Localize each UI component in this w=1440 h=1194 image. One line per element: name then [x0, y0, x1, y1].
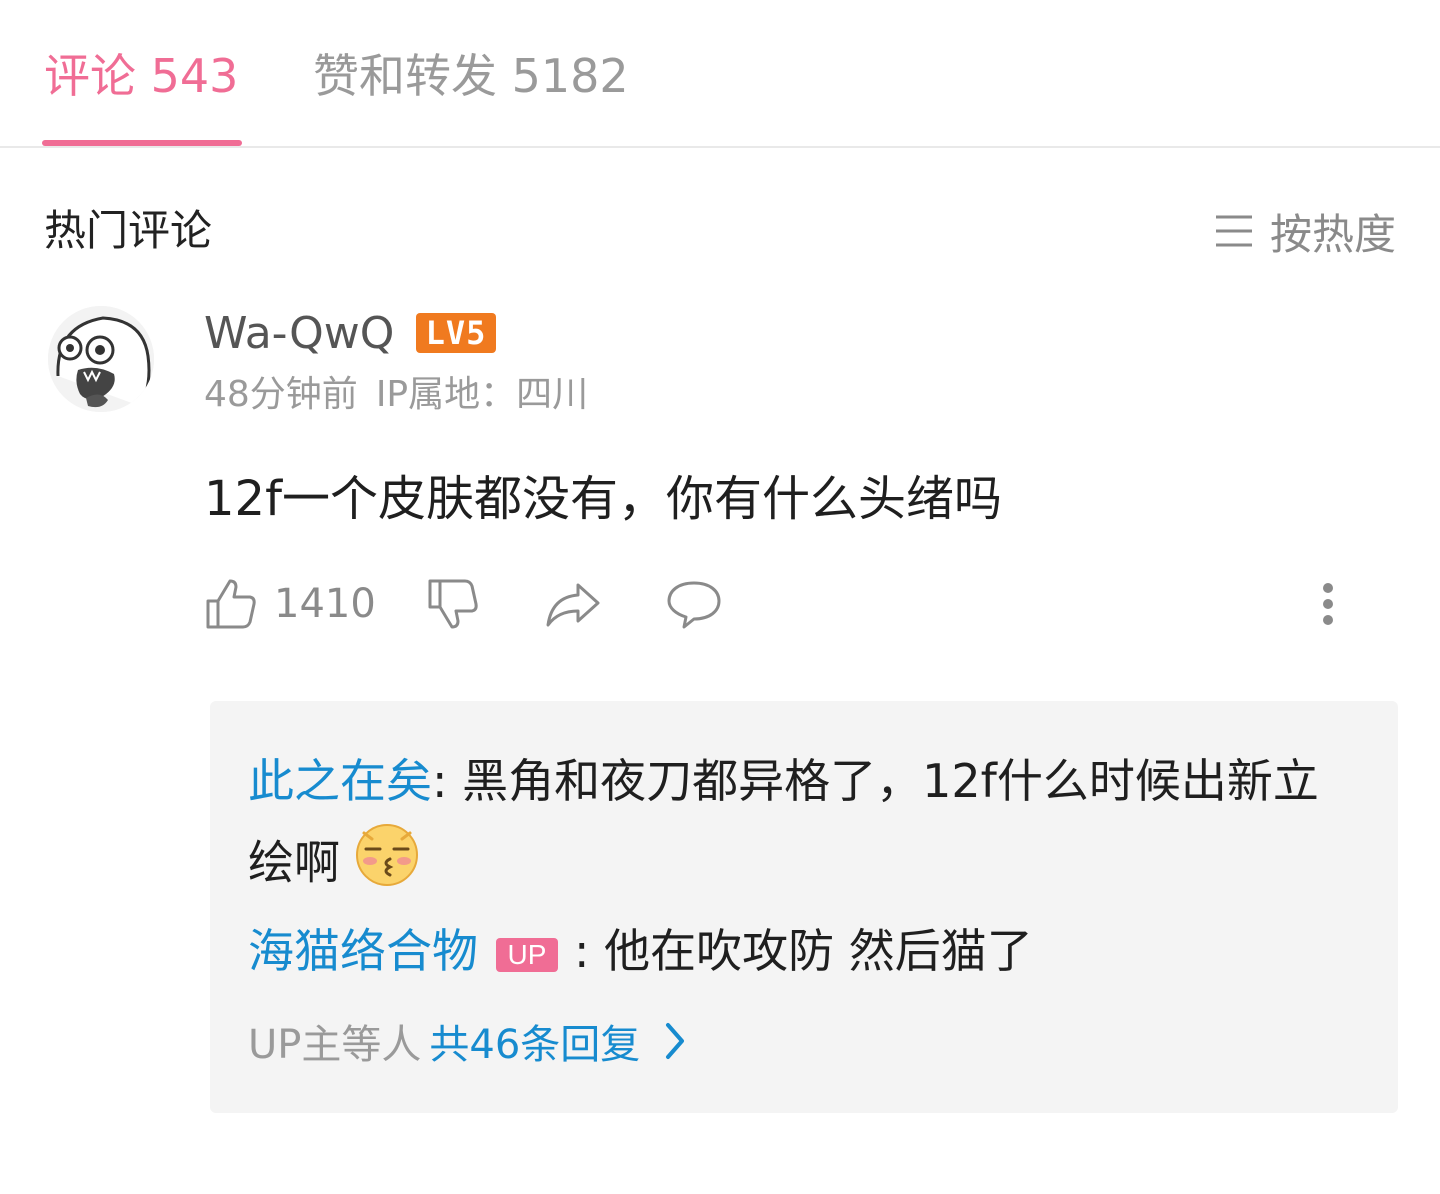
replies-preview[interactable]: 此之在矣: 黑角和夜刀都异格了，12f什么时候出新立绘啊 海猫络合物 UP: 他在…: [210, 701, 1398, 1113]
reply-separator: :: [574, 924, 590, 978]
more-replies-count: 共46条回复: [429, 1022, 641, 1068]
more-replies-link[interactable]: 共46条回复: [429, 1012, 686, 1070]
avatar[interactable]: [48, 306, 154, 412]
comment-time: 48分钟前: [204, 374, 358, 415]
like-count: 1410: [274, 581, 376, 627]
comment-meta: 48分钟前 IP属地：四川: [204, 370, 588, 420]
sort-label: 按热度: [1269, 209, 1396, 259]
tab-divider: [0, 146, 1440, 148]
reply-text: 他在吹攻防 然后猫了: [589, 924, 1033, 978]
level-badge: LV5: [416, 313, 496, 353]
share-icon: [546, 583, 600, 627]
hot-comments-title: 热门评论: [44, 206, 213, 255]
dislike-button[interactable]: [426, 574, 480, 634]
thumbs-down-icon: [428, 579, 478, 629]
view-all-replies[interactable]: UP主等人 共46条回复: [248, 1013, 686, 1069]
thumbs-up-icon: [206, 579, 256, 629]
kiss-face-emoji: [354, 821, 420, 911]
comments-page: 评论 543 赞和转发 5182 热门评论 按热度 Wa-QwQ LV5 48分…: [0, 0, 1440, 1194]
comment-ip-location: IP属地：四川: [375, 374, 589, 415]
comment-content: 12f一个皮肤都没有，你有什么头绪吗: [204, 471, 1002, 527]
chevron-right-icon: [666, 1023, 685, 1059]
more-replies-prefix: UP主等人: [248, 1022, 422, 1068]
comment-username[interactable]: Wa-QwQ: [204, 306, 394, 362]
up-badge: UP: [496, 937, 558, 972]
more-options-button[interactable]: [1310, 574, 1346, 634]
tab-likes-reposts[interactable]: 赞和转发 5182: [313, 44, 629, 108]
share-button[interactable]: [544, 574, 602, 634]
like-button[interactable]: 1410: [204, 574, 376, 634]
more-vertical-icon: [1323, 583, 1333, 625]
tab-bar: 评论 543 赞和转发 5182: [0, 0, 1440, 148]
reply-author[interactable]: 此之在矣: [248, 754, 432, 808]
tab-comments[interactable]: 评论 543: [44, 44, 238, 108]
sort-list-icon: [1215, 215, 1252, 247]
sort-button[interactable]: 按热度: [1214, 202, 1396, 260]
avatar-face-icon: [48, 306, 154, 412]
reply-author[interactable]: 海猫络合物: [248, 924, 478, 978]
reply-item: 此之在矣: 黑角和夜刀都异格了，12f什么时候出新立绘啊: [248, 741, 1348, 911]
reply-item: 海猫络合物 UP: 他在吹攻防 然后猫了: [248, 911, 1033, 991]
reply-button[interactable]: [666, 574, 722, 634]
comment-bubble-icon: [667, 581, 721, 629]
reply-separator: :: [432, 754, 448, 808]
